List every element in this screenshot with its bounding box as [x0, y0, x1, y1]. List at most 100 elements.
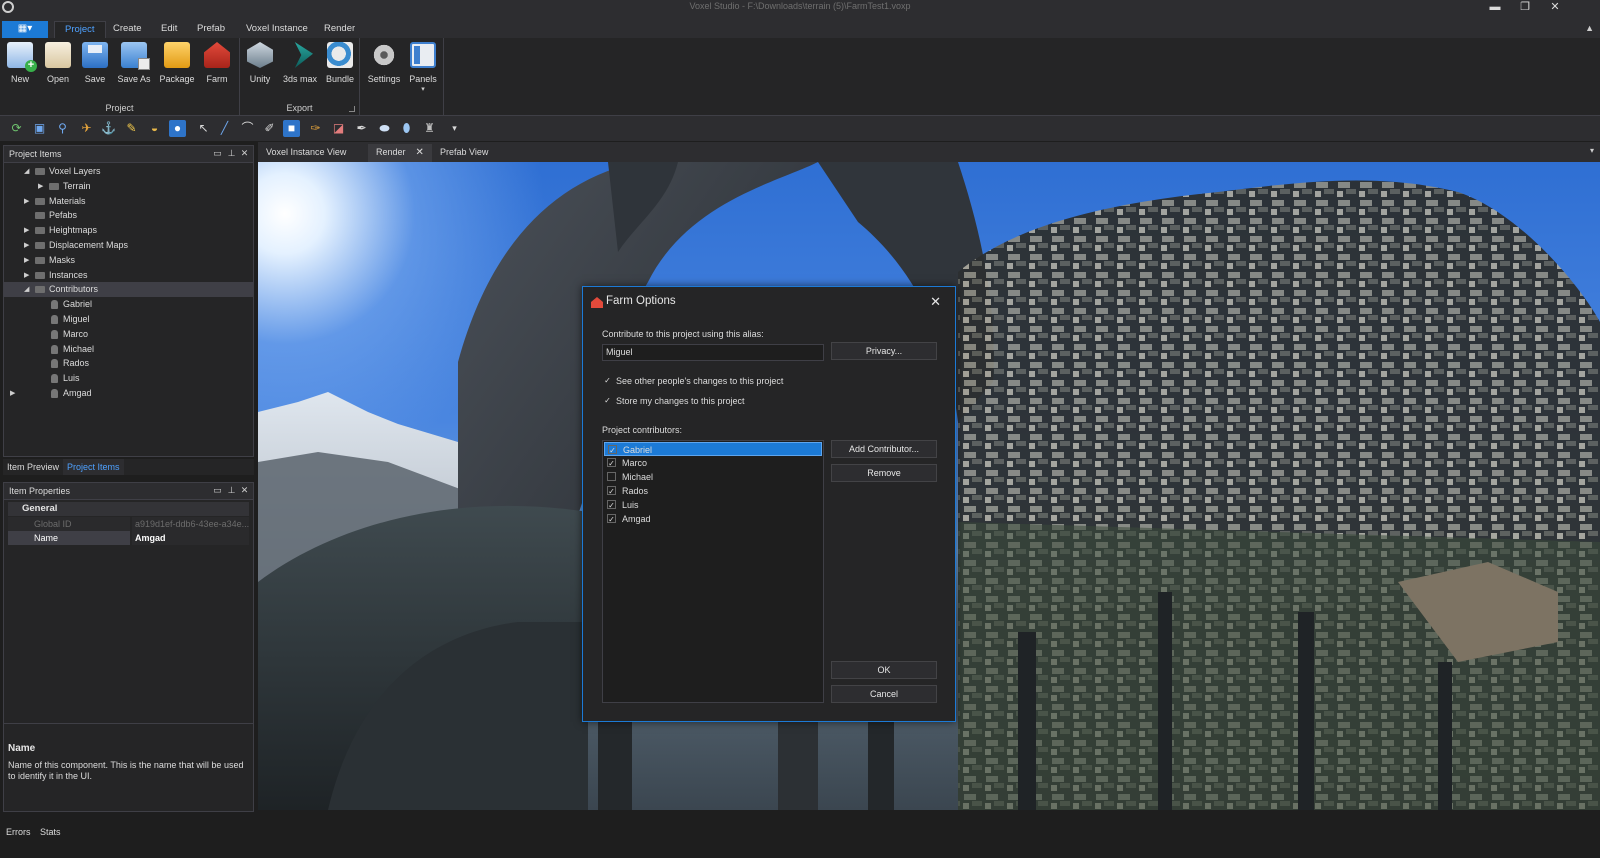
tower-icon[interactable]: ♜: [421, 120, 438, 137]
list-item-contributor[interactable]: Michael: [604, 470, 822, 484]
list-item-contributor[interactable]: ✓ Luis: [604, 498, 822, 512]
property-row-name[interactable]: Name Amgad: [8, 531, 249, 545]
tab-create[interactable]: Create: [103, 21, 152, 38]
tree-item[interactable]: ▶ Instances: [4, 268, 253, 283]
3ds-max-export-button[interactable]: 3ds max: [280, 42, 320, 88]
collapse-arrow-icon[interactable]: ◢: [24, 164, 32, 179]
bundle-export-button[interactable]: Bundle: [320, 42, 360, 88]
privacy-button[interactable]: Privacy...: [831, 342, 937, 360]
property-group-general[interactable]: General: [8, 502, 249, 516]
restore-button[interactable]: ❐: [1512, 0, 1538, 16]
tab-project-items[interactable]: Project Items: [63, 459, 124, 475]
dart-icon[interactable]: ✈: [78, 120, 95, 137]
tree-item[interactable]: ▶ Materials: [4, 194, 253, 209]
close-tab-icon[interactable]: ✕: [416, 147, 424, 158]
tree-item[interactable]: ◢ Contributors: [4, 282, 253, 298]
tab-item-preview[interactable]: Item Preview: [3, 459, 63, 475]
alias-input[interactable]: Miguel: [602, 344, 824, 361]
tree-item[interactable]: Pefabs: [4, 208, 253, 223]
tree-item[interactable]: ▶ Displacement Maps: [4, 238, 253, 253]
float-window-icon[interactable]: ▭: [212, 148, 223, 159]
expand-arrow-icon[interactable]: ▶: [38, 179, 46, 194]
tab-project[interactable]: Project: [54, 21, 106, 38]
ellipse-icon[interactable]: ⬬: [376, 120, 393, 137]
close-panel-icon[interactable]: ✕: [239, 485, 250, 496]
box-icon[interactable]: ■: [283, 120, 300, 137]
tree-item[interactable]: Luis: [4, 371, 253, 386]
pointer-icon[interactable]: ↖: [195, 120, 212, 137]
empty-checkbox-icon[interactable]: [607, 472, 616, 481]
checkmark-icon[interactable]: ✓: [607, 458, 616, 468]
farm-button[interactable]: Farm: [197, 42, 237, 88]
tab-edit[interactable]: Edit: [151, 21, 187, 38]
tree-item[interactable]: ◢ Voxel Layers: [4, 164, 253, 179]
tree-item[interactable]: Gabriel: [4, 297, 253, 312]
toolbar-overflow-icon[interactable]: ▾: [446, 120, 463, 137]
tab-list-dropdown-icon[interactable]: ▾: [1590, 146, 1594, 155]
save-as-button[interactable]: Save As: [114, 42, 154, 88]
tab-prefab-view[interactable]: Prefab View: [432, 144, 496, 162]
panels-button[interactable]: Panels ▾: [403, 42, 443, 93]
curve-icon[interactable]: ⌒: [239, 120, 256, 137]
collapse-ribbon-icon[interactable]: ▲: [1585, 23, 1594, 33]
open-button[interactable]: Open: [38, 42, 78, 88]
checkmark-icon[interactable]: ✓: [607, 514, 616, 524]
remove-contributor-button[interactable]: Remove: [831, 464, 937, 482]
property-row-global-id[interactable]: Global ID a919d1ef-ddb6-43ee-a34e...: [8, 517, 249, 531]
close-window-button[interactable]: ✕: [1542, 0, 1568, 16]
unity-export-button[interactable]: Unity: [240, 42, 280, 88]
tab-voxel-instance-view[interactable]: Voxel Instance View: [258, 144, 354, 162]
settings-button[interactable]: Settings: [364, 42, 404, 88]
paint-icon[interactable]: ✑: [307, 120, 324, 137]
property-value[interactable]: Amgad: [132, 531, 249, 545]
refresh-icon[interactable]: ⟳: [8, 120, 25, 137]
tab-prefab[interactable]: Prefab: [187, 21, 235, 38]
dropper-icon[interactable]: ✒: [353, 120, 370, 137]
dome-icon[interactable]: ◒: [146, 120, 163, 137]
line-icon[interactable]: ╱: [216, 120, 233, 137]
tree-item[interactable]: Marco: [4, 327, 253, 342]
tab-render-view[interactable]: Render ✕: [368, 144, 432, 162]
tree-item[interactable]: ▶ Heightmaps: [4, 223, 253, 238]
brush-icon[interactable]: ✐: [261, 120, 278, 137]
tree-item[interactable]: Rados: [4, 356, 253, 371]
cancel-button[interactable]: Cancel: [831, 685, 937, 703]
eraser-icon[interactable]: ◪: [330, 120, 347, 137]
list-item-contributor[interactable]: ✓ Amgad: [604, 512, 822, 526]
list-item-contributor[interactable]: ✓ Rados: [604, 484, 822, 498]
expand-arrow-icon[interactable]: ▶: [24, 253, 32, 268]
tree-item[interactable]: ▶ Terrain: [4, 179, 253, 194]
list-item-contributor[interactable]: ✓ Marco: [604, 456, 822, 470]
tree-item[interactable]: ▶ Amgad: [4, 386, 253, 401]
sphere-icon[interactable]: ●: [169, 120, 186, 137]
checkmark-icon[interactable]: ✓: [607, 486, 616, 496]
expand-arrow-icon[interactable]: ▶: [24, 268, 32, 283]
tree-item[interactable]: Miguel: [4, 312, 253, 327]
list-item-contributor[interactable]: ✓ Gabriel: [604, 442, 822, 456]
walk-icon[interactable]: ⚲: [54, 120, 71, 137]
expand-arrow-icon[interactable]: ▶: [24, 238, 32, 253]
close-icon[interactable]: ✕: [930, 294, 941, 310]
tree-item[interactable]: Michael: [4, 342, 253, 357]
blob-icon[interactable]: ⬮: [398, 120, 415, 137]
checkmark-icon[interactable]: ✓: [607, 500, 616, 510]
application-menu-button[interactable]: ▦▾: [2, 21, 48, 38]
package-button[interactable]: Package: [157, 42, 197, 88]
anchor-icon[interactable]: ⚓: [100, 120, 117, 137]
pin-icon[interactable]: ⊥: [226, 485, 237, 496]
expand-arrow-icon[interactable]: ▶: [24, 223, 32, 238]
pencil-icon[interactable]: ✎: [123, 120, 140, 137]
save-button[interactable]: Save: [75, 42, 115, 88]
export-options-launcher-icon[interactable]: [349, 106, 355, 112]
new-button[interactable]: New: [0, 42, 40, 88]
contributors-list[interactable]: ✓ Gabriel ✓ Marco Michael ✓ Rados ✓ Luis…: [602, 440, 824, 703]
tab-render[interactable]: Render: [314, 21, 365, 38]
expand-arrow-icon[interactable]: ▶: [24, 194, 32, 209]
save-icon[interactable]: ▣: [31, 120, 48, 137]
expand-arrow-icon[interactable]: ▶: [10, 386, 18, 401]
close-panel-icon[interactable]: ✕: [239, 148, 250, 159]
splitter[interactable]: [4, 723, 253, 724]
tab-voxel-instance[interactable]: Voxel Instance: [236, 21, 318, 38]
ok-button[interactable]: OK: [831, 661, 937, 679]
minimize-button[interactable]: ▬: [1482, 0, 1508, 16]
